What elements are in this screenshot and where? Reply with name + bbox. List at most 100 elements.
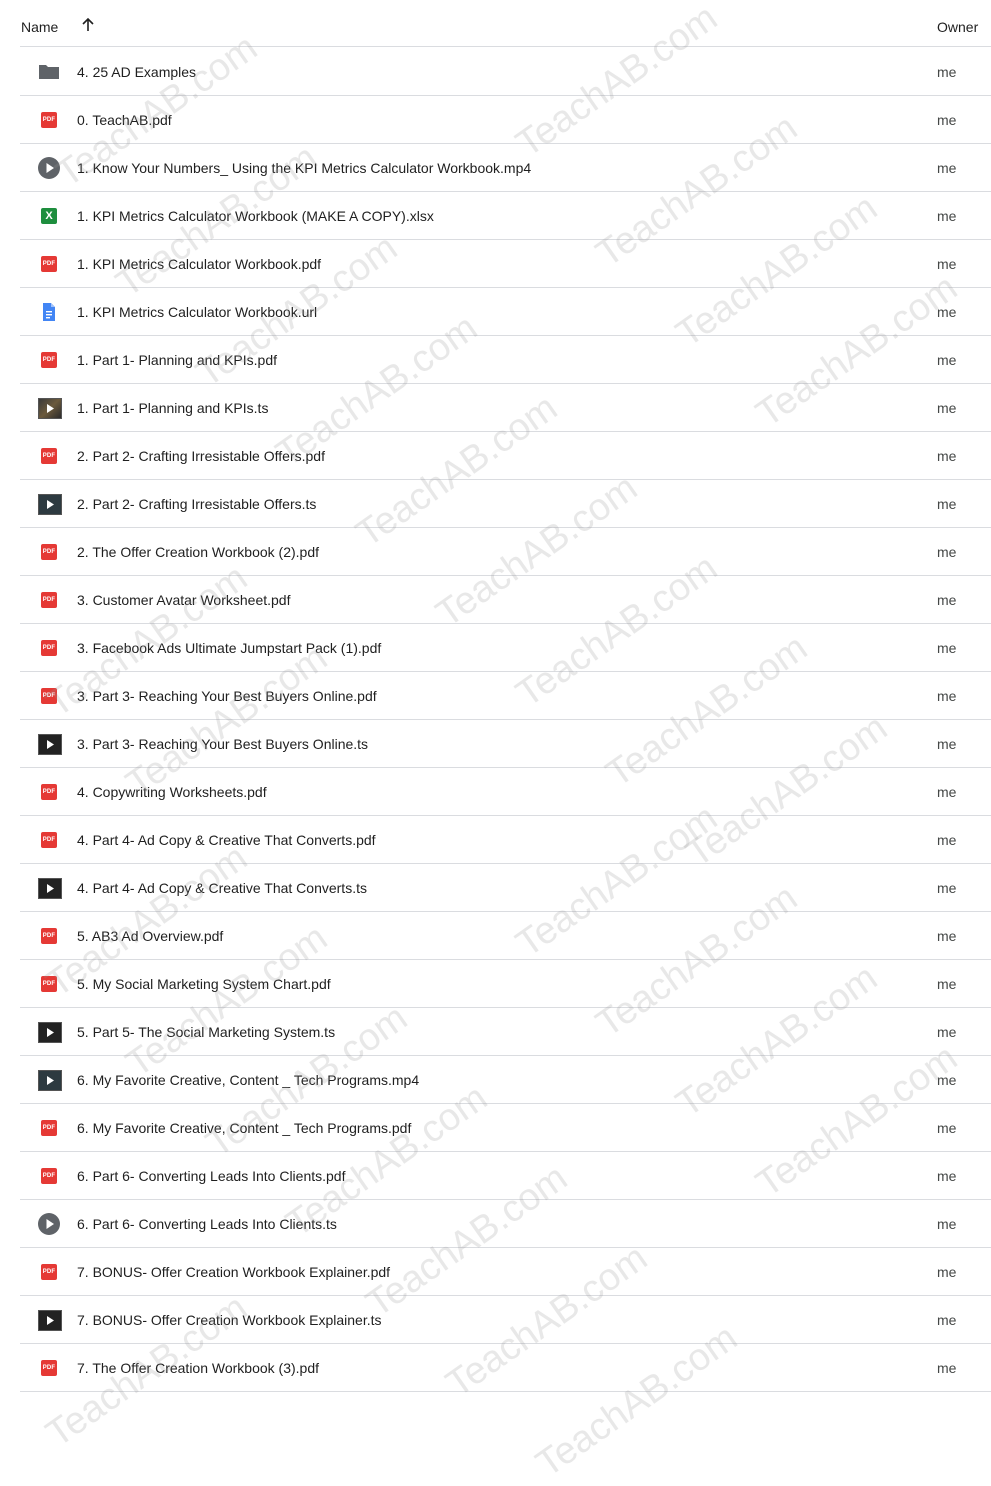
file-name[interactable]: 7. The Offer Creation Workbook (3).pdf xyxy=(77,1360,319,1376)
owner-column-header[interactable]: Owner xyxy=(937,19,978,35)
file-name[interactable]: 6. My Favorite Creative, Content _ Tech … xyxy=(77,1072,419,1088)
file-list: 4. 25 AD Examples me PDF 0. TeachAB.pdf me 1.… xyxy=(20,48,991,1392)
pdf-badge: PDF xyxy=(41,832,57,848)
file-name[interactable]: 2. Part 2- Crafting Irresistable Offers.… xyxy=(77,496,316,512)
video-thumbnail xyxy=(38,734,62,755)
file-name[interactable]: 4. 25 AD Examples xyxy=(77,64,196,80)
file-name[interactable]: 1. Know Your Numbers_ Using the KPI Metr… xyxy=(77,160,531,176)
file-row[interactable]: 4. Part 4- Ad Copy & Creative That Conve… xyxy=(20,864,991,912)
file-row[interactable]: PDF 4. Part 4- Ad Copy & Creative That Co… xyxy=(20,816,991,864)
file-name[interactable]: 3. Part 3- Reaching Your Best Buyers Onl… xyxy=(77,736,368,752)
file-owner: me xyxy=(937,928,957,944)
sort-ascending-arrow-icon[interactable] xyxy=(80,17,96,33)
file-name[interactable]: 5. AB3 Ad Overview.pdf xyxy=(77,928,223,944)
file-name[interactable]: 2. The Offer Creation Workbook (2).pdf xyxy=(77,544,319,560)
file-row[interactable]: 1. Part 1- Planning and KPIs.ts me xyxy=(20,384,991,432)
file-row[interactable]: PDF 2. Part 2- Crafting Irresistable Offe… xyxy=(20,432,991,480)
video-icon xyxy=(38,1213,60,1235)
pdf-icon: PDF xyxy=(38,542,60,562)
pdf-badge: PDF xyxy=(41,256,57,272)
file-row[interactable]: PDF 5. My Social Marketing System Chart.p… xyxy=(20,960,991,1008)
video-thumbnail-icon xyxy=(38,398,62,419)
file-name[interactable]: 6. My Favorite Creative, Content _ Tech … xyxy=(77,1120,411,1136)
file-name[interactable]: 3. Facebook Ads Ultimate Jumpstart Pack … xyxy=(77,640,381,656)
pdf-badge: PDF xyxy=(41,688,57,704)
video-thumbnail-icon xyxy=(38,734,62,755)
file-name[interactable]: 1. Part 1- Planning and KPIs.pdf xyxy=(77,352,277,368)
file-owner: me xyxy=(937,1216,957,1232)
file-row[interactable]: X 1. KPI Metrics Calculator Workbook (MAK… xyxy=(20,192,991,240)
file-owner: me xyxy=(937,544,957,560)
file-name[interactable]: 5. Part 5- The Social Marketing System.t… xyxy=(77,1024,335,1040)
pdf-badge: PDF xyxy=(41,544,57,560)
file-owner: me xyxy=(937,736,957,752)
video-thumbnail xyxy=(38,878,62,899)
video-thumbnail xyxy=(38,1310,62,1331)
file-name[interactable]: 1. KPI Metrics Calculator Workbook.pdf xyxy=(77,256,321,272)
video-thumbnail-icon xyxy=(38,1070,62,1091)
file-owner: me xyxy=(937,400,957,416)
pdf-icon: PDF xyxy=(38,446,60,466)
file-row[interactable]: 6. Part 6- Converting Leads Into Clients… xyxy=(20,1200,991,1248)
pdf-icon: PDF xyxy=(38,1262,60,1282)
video-thumbnail xyxy=(38,1070,62,1091)
pdf-badge: PDF xyxy=(41,928,57,944)
file-owner: me xyxy=(937,304,957,320)
file-name[interactable]: 1. KPI Metrics Calculator Workbook.url xyxy=(77,304,317,320)
name-column-header[interactable]: Name xyxy=(21,19,58,35)
pdf-badge: PDF xyxy=(41,448,57,464)
pdf-icon: PDF xyxy=(38,110,60,130)
file-row[interactable]: PDF 1. Part 1- Planning and KPIs.pdf me xyxy=(20,336,991,384)
file-row[interactable]: PDF 1. KPI Metrics Calculator Workbook.pd… xyxy=(20,240,991,288)
file-name[interactable]: 6. Part 6- Converting Leads Into Clients… xyxy=(77,1168,345,1184)
file-name[interactable]: 4. Part 4- Ad Copy & Creative That Conve… xyxy=(77,880,367,896)
file-name[interactable]: 4. Copywriting Worksheets.pdf xyxy=(77,784,267,800)
file-row[interactable]: PDF 3. Part 3- Reaching Your Best Buyers … xyxy=(20,672,991,720)
file-name[interactable]: 2. Part 2- Crafting Irresistable Offers.… xyxy=(77,448,325,464)
video-thumbnail xyxy=(38,494,62,515)
file-row[interactable]: PDF 5. AB3 Ad Overview.pdf me xyxy=(20,912,991,960)
file-row[interactable]: PDF 2. The Offer Creation Workbook (2).pd… xyxy=(20,528,991,576)
file-row[interactable]: PDF 3. Facebook Ads Ultimate Jumpstart Pa… xyxy=(20,624,991,672)
pdf-badge: PDF xyxy=(41,784,57,800)
file-owner: me xyxy=(937,1120,957,1136)
file-row[interactable]: 3. Part 3- Reaching Your Best Buyers Onl… xyxy=(20,720,991,768)
file-row[interactable]: PDF 3. Customer Avatar Worksheet.pdf me xyxy=(20,576,991,624)
document-icon xyxy=(38,302,60,322)
file-row[interactable]: 2. Part 2- Crafting Irresistable Offers.… xyxy=(20,480,991,528)
file-row[interactable]: PDF 6. Part 6- Converting Leads Into Clie… xyxy=(20,1152,991,1200)
file-name[interactable]: 3. Customer Avatar Worksheet.pdf xyxy=(77,592,290,608)
file-row[interactable]: PDF 4. Copywriting Worksheets.pdf me xyxy=(20,768,991,816)
file-name[interactable]: 4. Part 4- Ad Copy & Creative That Conve… xyxy=(77,832,376,848)
file-owner: me xyxy=(937,1168,957,1184)
file-row[interactable]: 1. Know Your Numbers_ Using the KPI Metr… xyxy=(20,144,991,192)
pdf-icon: PDF xyxy=(38,830,60,850)
file-name[interactable]: 1. KPI Metrics Calculator Workbook (MAKE… xyxy=(77,208,434,224)
file-row[interactable]: PDF 0. TeachAB.pdf me xyxy=(20,96,991,144)
file-name[interactable]: 1. Part 1- Planning and KPIs.ts xyxy=(77,400,268,416)
file-name[interactable]: 7. BONUS- Offer Creation Workbook Explai… xyxy=(77,1312,382,1328)
file-row[interactable]: PDF 6. My Favorite Creative, Content _ Te… xyxy=(20,1104,991,1152)
pdf-badge: PDF xyxy=(41,112,57,128)
pdf-badge: PDF xyxy=(41,640,57,656)
file-owner: me xyxy=(937,496,957,512)
file-row[interactable]: PDF 7. The Offer Creation Workbook (3).pd… xyxy=(20,1344,991,1392)
file-row[interactable]: 1. KPI Metrics Calculator Workbook.url me xyxy=(20,288,991,336)
file-name[interactable]: 0. TeachAB.pdf xyxy=(77,112,172,128)
file-owner: me xyxy=(937,592,957,608)
file-name[interactable]: 3. Part 3- Reaching Your Best Buyers Onl… xyxy=(77,688,377,704)
file-row[interactable]: 6. My Favorite Creative, Content _ Tech … xyxy=(20,1056,991,1104)
file-name[interactable]: 7. BONUS- Offer Creation Workbook Explai… xyxy=(77,1264,390,1280)
video-thumbnail-icon xyxy=(38,878,62,899)
file-owner: me xyxy=(937,256,957,272)
file-owner: me xyxy=(937,640,957,656)
file-name[interactable]: 6. Part 6- Converting Leads Into Clients… xyxy=(77,1216,337,1232)
file-row[interactable]: PDF 7. BONUS- Offer Creation Workbook Exp… xyxy=(20,1248,991,1296)
file-list-header: Name Owner xyxy=(20,0,991,47)
folder-icon xyxy=(38,62,60,82)
file-row[interactable]: 7. BONUS- Offer Creation Workbook Explai… xyxy=(20,1296,991,1344)
file-row[interactable]: 5. Part 5- The Social Marketing System.t… xyxy=(20,1008,991,1056)
file-row[interactable]: 4. 25 AD Examples me xyxy=(20,48,991,96)
file-name[interactable]: 5. My Social Marketing System Chart.pdf xyxy=(77,976,331,992)
file-owner: me xyxy=(937,976,957,992)
